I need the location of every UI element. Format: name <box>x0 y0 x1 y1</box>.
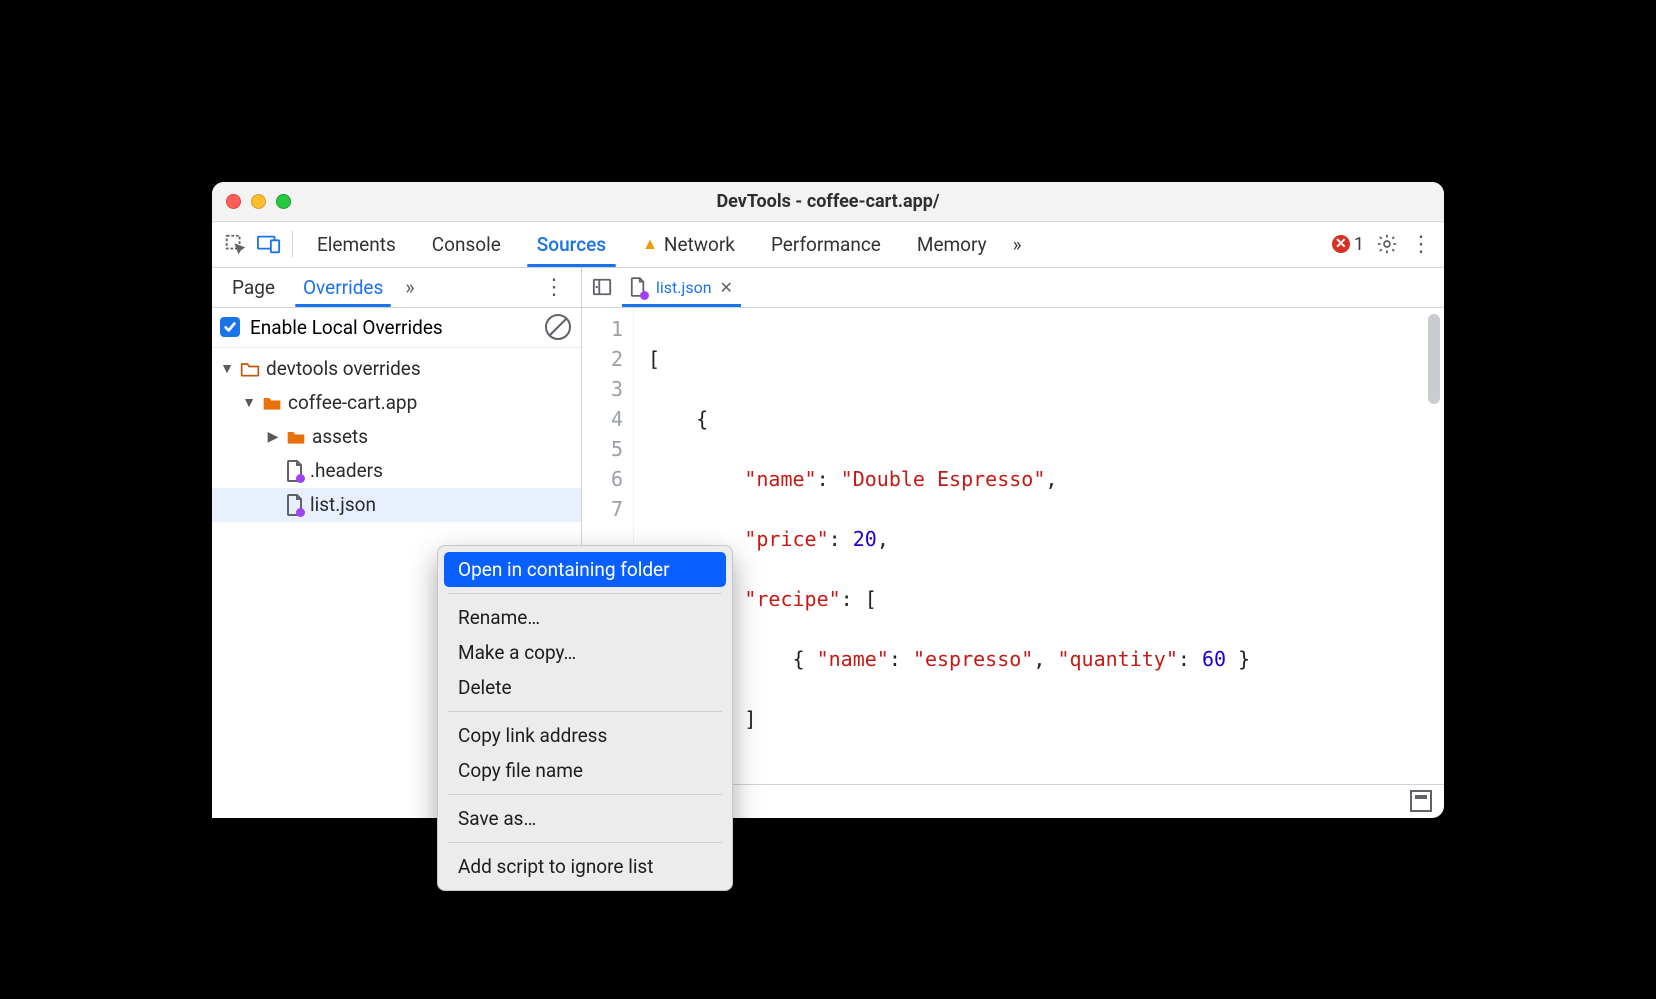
device-toolbar-icon[interactable] <box>252 227 286 261</box>
show-drawer-icon[interactable] <box>1410 790 1432 812</box>
tab-console[interactable]: Console <box>414 222 519 267</box>
ctx-save-as[interactable]: Save as… <box>444 801 726 836</box>
tab-elements[interactable]: Elements <box>299 222 414 267</box>
tab-sources[interactable]: Sources <box>519 222 624 267</box>
chevron-right-icon: ▶ <box>266 429 280 445</box>
ctx-copy-filename[interactable]: Copy file name <box>444 753 726 788</box>
zoom-window-button[interactable] <box>276 194 291 209</box>
ctx-make-copy[interactable]: Make a copy… <box>444 635 726 670</box>
tree-assets[interactable]: ▶ assets <box>212 420 581 454</box>
navigator-toggle-icon[interactable] <box>588 277 616 297</box>
panel-tabs: Elements Console Sources ▲ Network Perfo… <box>299 222 1030 267</box>
folder-icon <box>262 393 282 413</box>
file-icon <box>630 277 648 299</box>
scrollbar-thumb[interactable] <box>1428 314 1440 404</box>
ctx-delete[interactable]: Delete <box>444 670 726 705</box>
clear-overrides-icon[interactable] <box>545 314 571 340</box>
divider <box>448 593 722 594</box>
window-title: DevTools - coffee-cart.app/ <box>212 191 1444 212</box>
close-tab-icon[interactable]: ✕ <box>720 278 733 297</box>
ctx-add-ignore[interactable]: Add script to ignore list <box>444 849 726 884</box>
subtab-overrides[interactable]: Overrides <box>289 268 397 307</box>
error-count-badge[interactable]: ✕ 1 <box>1326 234 1370 255</box>
enable-overrides-checkbox[interactable] <box>220 317 240 337</box>
settings-gear-icon[interactable] <box>1370 227 1404 261</box>
tab-performance[interactable]: Performance <box>753 222 899 267</box>
ctx-copy-link[interactable]: Copy link address <box>444 718 726 753</box>
subtab-overflow-button[interactable]: » <box>397 275 422 299</box>
ctx-rename[interactable]: Rename… <box>444 600 726 635</box>
override-dot-icon <box>640 291 649 300</box>
minimize-window-button[interactable] <box>251 194 266 209</box>
divider <box>448 842 722 843</box>
tree-root-label: devtools overrides <box>266 357 421 380</box>
divider <box>448 711 722 712</box>
file-tabs: list.json ✕ <box>582 268 1444 308</box>
chevron-down-icon: ▼ <box>220 360 234 377</box>
warning-icon: ▲ <box>642 234 658 254</box>
ctx-open-containing-folder[interactable]: Open in containing folder <box>444 552 726 587</box>
close-window-button[interactable] <box>226 194 241 209</box>
main-toolbar: Elements Console Sources ▲ Network Perfo… <box>212 222 1444 268</box>
tree-headers-label: .headers <box>310 459 383 482</box>
tree-root[interactable]: ▼ devtools overrides <box>212 352 581 386</box>
content-area: Page Overrides » ⋮ Enable Local Override… <box>212 268 1444 818</box>
override-dot-icon <box>296 474 305 483</box>
tabs-overflow-button[interactable]: » <box>1005 222 1030 267</box>
enable-overrides-label: Enable Local Overrides <box>250 316 443 339</box>
folder-icon <box>286 427 306 447</box>
navigator-kebab-icon[interactable]: ⋮ <box>533 275 575 300</box>
navigator-tabs: Page Overrides » ⋮ <box>212 268 581 308</box>
file-tab-label: list.json <box>656 278 712 297</box>
tree-listjson-file[interactable]: list.json <box>212 488 581 522</box>
tab-network[interactable]: ▲ Network <box>624 222 753 267</box>
file-tab-listjson[interactable]: list.json ✕ <box>620 268 743 307</box>
folder-icon <box>240 359 260 379</box>
tab-memory[interactable]: Memory <box>899 222 1005 267</box>
tree-domain[interactable]: ▼ coffee-cart.app <box>212 386 581 420</box>
window-controls <box>226 194 291 209</box>
code-content[interactable]: [ { "name": "Double Espresso", "price": … <box>634 308 1444 784</box>
error-icon: ✕ <box>1332 235 1350 253</box>
file-icon <box>286 494 304 516</box>
tree-assets-label: assets <box>312 425 368 448</box>
devtools-window: DevTools - coffee-cart.app/ Elements Con… <box>212 182 1444 818</box>
divider <box>292 231 293 257</box>
override-dot-icon <box>296 508 305 517</box>
divider <box>448 794 722 795</box>
inspect-element-icon[interactable] <box>218 227 252 261</box>
tree-domain-label: coffee-cart.app <box>288 391 417 414</box>
error-count: 1 <box>1354 234 1364 255</box>
tab-network-label: Network <box>664 233 735 256</box>
file-icon <box>286 460 304 482</box>
titlebar: DevTools - coffee-cart.app/ <box>212 182 1444 222</box>
tree-listjson-label: list.json <box>310 493 376 516</box>
subtab-page[interactable]: Page <box>218 268 289 307</box>
context-menu: Open in containing folder Rename… Make a… <box>437 545 733 891</box>
tree-headers-file[interactable]: .headers <box>212 454 581 488</box>
enable-overrides-bar: Enable Local Overrides <box>212 308 581 348</box>
chevron-down-icon: ▼ <box>242 394 256 411</box>
kebab-menu-icon[interactable]: ⋮ <box>1404 227 1438 261</box>
